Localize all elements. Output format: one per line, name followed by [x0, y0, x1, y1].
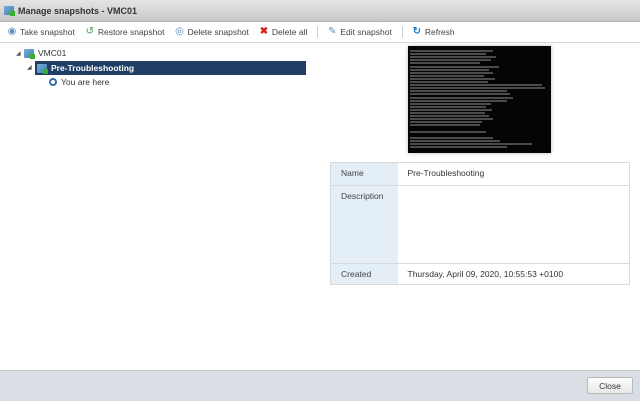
red-x-icon: ✖ [259, 26, 269, 37]
window-title: Manage snapshots - VMC01 [18, 5, 138, 16]
console-screenshot-thumbnail [408, 46, 551, 153]
expand-triangle-icon[interactable]: ◢ [27, 64, 35, 71]
refresh-icon: ↻ [412, 26, 422, 37]
toolbar-divider [317, 26, 319, 38]
toolbar: ◉ Take snapshot ↺ Restore snapshot ◎ Delete… [0, 22, 640, 43]
you-are-here-icon [49, 78, 57, 86]
edit-snapshot-button[interactable]: ✎ Edit snapshot [327, 26, 392, 38]
title-bar: Manage snapshots - VMC01 [0, 0, 640, 22]
refresh-label: Refresh [424, 27, 455, 37]
delete-all-button[interactable]: ✖ Delete all [259, 26, 308, 38]
delete-snapshot-icon: ◎ [175, 26, 184, 37]
restore-snapshot-label: Restore snapshot [97, 27, 165, 37]
tree-node-snapshot-selected[interactable]: Pre-Troubleshooting [35, 61, 306, 75]
name-label: Name [330, 162, 398, 186]
close-button[interactable]: Close [587, 377, 633, 394]
tree-node-current-state[interactable]: You are here [49, 75, 109, 89]
camera-icon: ◉ [7, 26, 17, 37]
name-value: Pre-Troubleshooting [407, 168, 485, 178]
vm-label: VMC01 [38, 48, 67, 58]
dialog-footer: Close [0, 370, 640, 401]
edit-snapshot-label: Edit snapshot [340, 27, 392, 37]
snapshot-details-table: Name Pre-Troubleshooting Description Crea… [330, 162, 630, 285]
expand-triangle-icon[interactable]: ◢ [16, 50, 24, 57]
toolbar-divider [401, 26, 403, 38]
take-snapshot-button[interactable]: ◉ Take snapshot [7, 26, 75, 38]
description-value [397, 185, 630, 264]
you-are-here-label: You are here [61, 77, 110, 87]
delete-all-label: Delete all [271, 27, 308, 37]
created-value: Thursday, April 09, 2020, 10:55:53 +0100 [397, 263, 630, 285]
restore-icon: ↺ [85, 26, 95, 37]
snapshot-label: Pre-Troubleshooting [51, 63, 135, 73]
edit-icon: ✎ [328, 26, 337, 37]
delete-snapshot-button[interactable]: ◎ Delete snapshot [174, 26, 249, 38]
delete-snapshot-label: Delete snapshot [187, 27, 249, 37]
snapshot-manager-icon [4, 6, 15, 16]
created-label: Created [330, 263, 398, 285]
tree-node-vm[interactable]: ◢ VMC01 [16, 46, 66, 60]
refresh-button[interactable]: ↻ Refresh [412, 26, 455, 38]
vm-icon [24, 48, 35, 59]
take-snapshot-label: Take snapshot [20, 27, 75, 37]
restore-snapshot-button[interactable]: ↺ Restore snapshot [85, 26, 165, 38]
description-label: Description [330, 185, 398, 264]
snapshot-icon [37, 63, 48, 74]
